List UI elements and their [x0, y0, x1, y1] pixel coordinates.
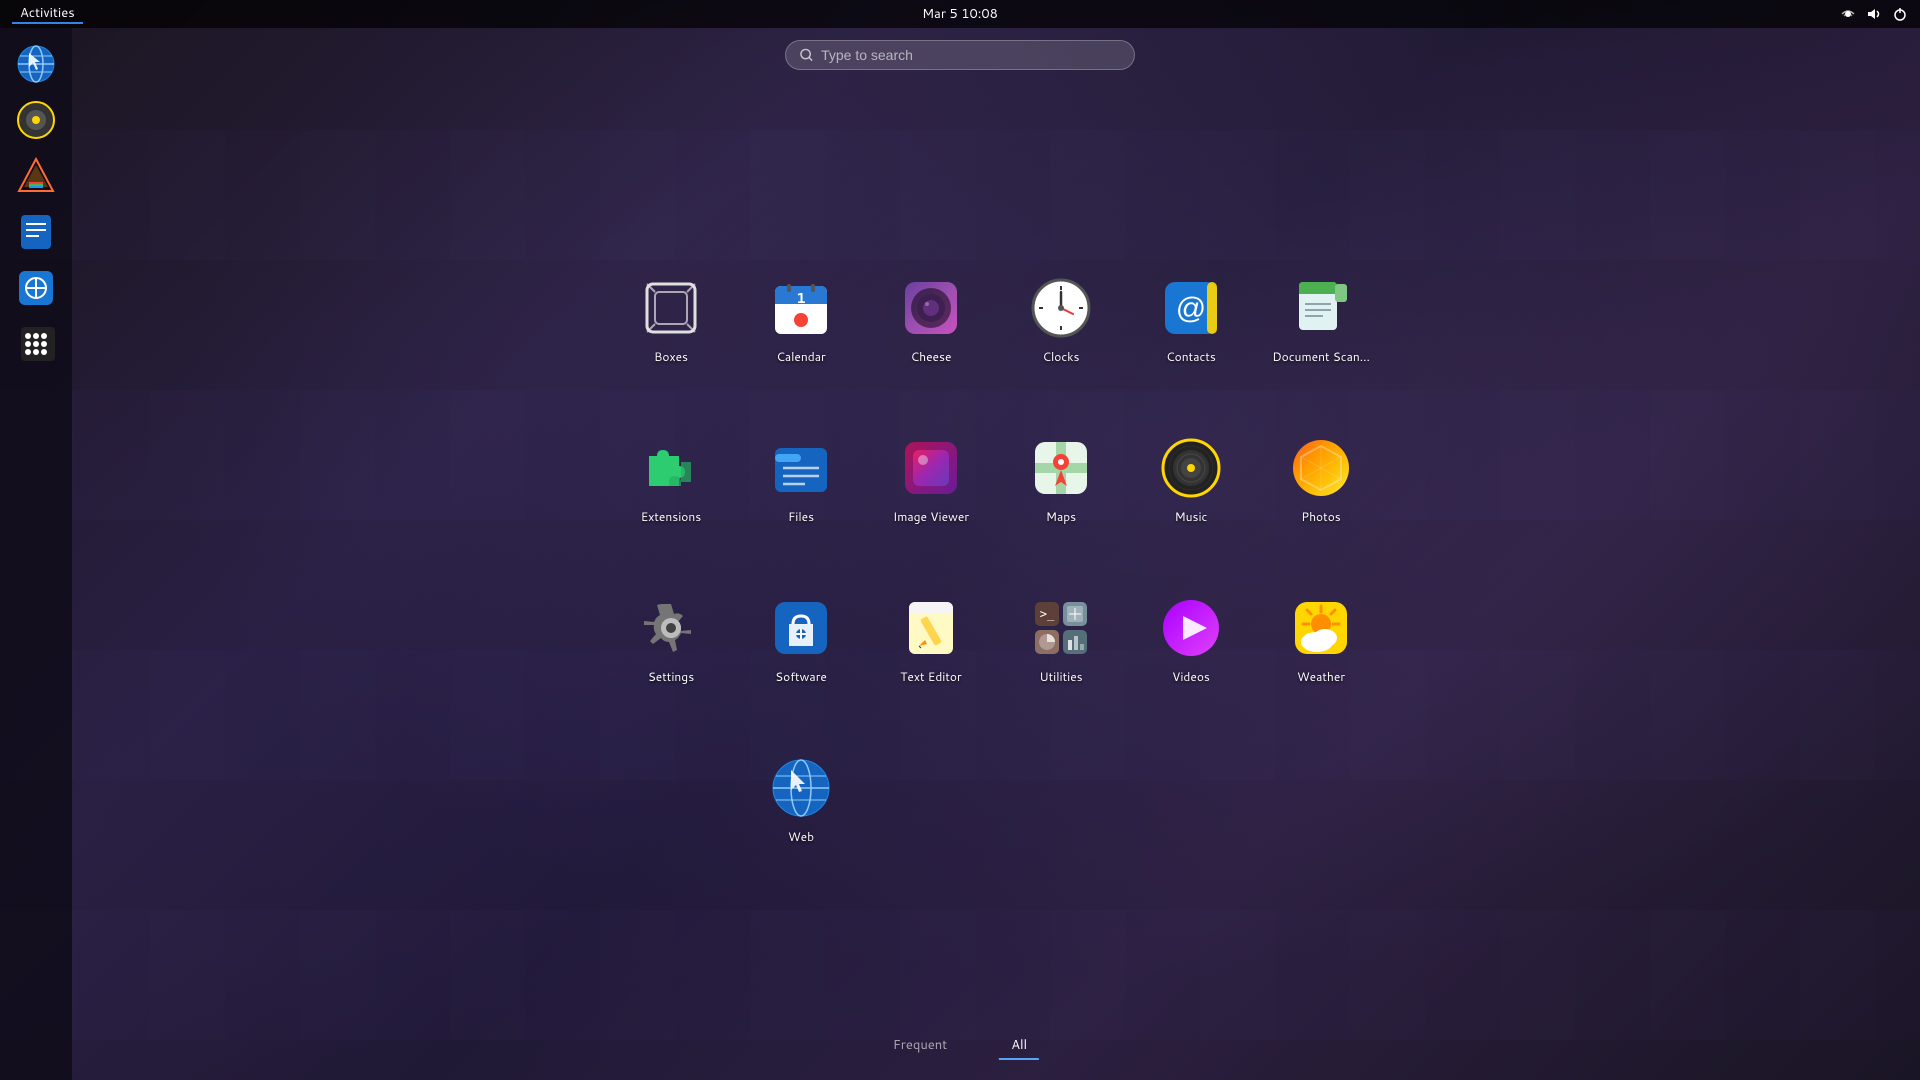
app-software[interactable]: Software [741, 584, 861, 697]
web-icon [769, 756, 833, 820]
app-calendar[interactable]: 1 Calendar [741, 264, 861, 377]
bottom-tabs: Frequent All [881, 1032, 1039, 1060]
svg-text:>_: >_ [1040, 607, 1055, 621]
boxes-label: Boxes [654, 348, 688, 365]
boxes-icon [639, 276, 703, 340]
calendar-icon: 1 [769, 276, 833, 340]
texteditor-icon [899, 596, 963, 660]
tab-frequent[interactable]: Frequent [881, 1032, 959, 1060]
grid-empty-3 [996, 720, 1126, 880]
activities-button[interactable]: Activities [12, 4, 83, 24]
app-settings[interactable]: Settings [611, 584, 731, 697]
utilities-icon: >_ [1029, 596, 1093, 660]
contacts-icon: @ [1159, 276, 1223, 340]
sidebar-item-web[interactable] [12, 40, 60, 88]
settings-icon [639, 596, 703, 660]
music-label: Music [1175, 508, 1208, 525]
grid-empty-5 [1256, 720, 1386, 880]
extensions-label: Extensions [641, 508, 702, 525]
app-imageviewer[interactable]: Image Viewer [871, 424, 991, 537]
app-maps[interactable]: Maps [1001, 424, 1121, 537]
app-boxes[interactable]: Boxes [611, 264, 731, 377]
contacts-label: Contacts [1166, 348, 1216, 365]
docscan-icon [1289, 276, 1353, 340]
topbar-center: Mar 5 10:08 [922, 5, 998, 23]
network-icon[interactable] [1840, 6, 1856, 22]
search-input[interactable] [821, 47, 1120, 63]
tab-all[interactable]: All [999, 1032, 1039, 1060]
web-label: Web [788, 828, 814, 845]
app-utilities[interactable]: >_ Utilities [1001, 584, 1121, 697]
grid-empty-4 [1126, 720, 1256, 880]
sidebar-item-prism[interactable] [12, 152, 60, 200]
files-label: Files [788, 508, 814, 525]
calendar-label: Calendar [776, 348, 825, 365]
software-icon [769, 596, 833, 660]
cheese-label: Cheese [911, 348, 952, 365]
topbar-right [1840, 6, 1908, 22]
search-container [785, 40, 1135, 70]
weather-label: Weather [1297, 668, 1345, 685]
clocks-label: Clocks [1042, 348, 1079, 365]
videos-label: Videos [1172, 668, 1210, 685]
svg-text:1: 1 [796, 288, 806, 308]
settings-label: Settings [648, 668, 694, 685]
grid-empty-1 [606, 720, 736, 880]
maps-label: Maps [1046, 508, 1076, 525]
app-files[interactable]: Files [741, 424, 861, 537]
sidebar-item-music[interactable] [12, 96, 60, 144]
app-texteditor[interactable]: Text Editor [871, 584, 991, 697]
weather-icon [1289, 596, 1353, 660]
volume-icon[interactable] [1866, 6, 1882, 22]
imageviewer-label: Image Viewer [893, 508, 969, 525]
app-extensions[interactable]: Extensions [611, 424, 731, 537]
cheese-icon [899, 276, 963, 340]
grid-inner: Boxes 1 Calendar [606, 240, 1386, 880]
sidebar-item-all-apps[interactable] [12, 320, 60, 368]
extensions-icon [639, 436, 703, 500]
app-docscan[interactable]: Document Scan... [1261, 264, 1381, 377]
power-icon[interactable] [1892, 6, 1908, 22]
videos-icon [1159, 596, 1223, 660]
maps-icon [1029, 436, 1093, 500]
sidebar-item-software[interactable] [12, 264, 60, 312]
photos-label: Photos [1301, 508, 1341, 525]
app-music[interactable]: Music [1131, 424, 1251, 537]
svg-text:@: @ [1176, 292, 1206, 325]
photos-icon [1289, 436, 1353, 500]
music-icon [1159, 436, 1223, 500]
imageviewer-icon [899, 436, 963, 500]
app-cheese[interactable]: Cheese [871, 264, 991, 377]
sidebar-item-commander[interactable] [12, 208, 60, 256]
app-contacts[interactable]: @ Contacts [1131, 264, 1251, 377]
clocks-icon [1029, 276, 1093, 340]
software-label: Software [775, 668, 827, 685]
app-weather[interactable]: Weather [1261, 584, 1381, 697]
app-web[interactable]: Web [741, 744, 861, 857]
search-icon [800, 48, 813, 62]
grid-empty-2 [866, 720, 996, 880]
docscan-label: Document Scan... [1272, 348, 1370, 365]
sidebar [0, 28, 72, 1080]
datetime-label: Mar 5 10:08 [922, 5, 998, 23]
app-clocks[interactable]: Clocks [1001, 264, 1121, 377]
files-icon [769, 436, 833, 500]
search-bar[interactable] [785, 40, 1135, 70]
app-grid: Boxes 1 Calendar [72, 100, 1920, 1020]
utilities-label: Utilities [1039, 668, 1082, 685]
topbar: Activities Mar 5 10:08 [0, 0, 1920, 28]
app-videos[interactable]: Videos [1131, 584, 1251, 697]
topbar-left: Activities [12, 4, 83, 24]
texteditor-label: Text Editor [900, 668, 961, 685]
app-photos[interactable]: Photos [1261, 424, 1381, 537]
